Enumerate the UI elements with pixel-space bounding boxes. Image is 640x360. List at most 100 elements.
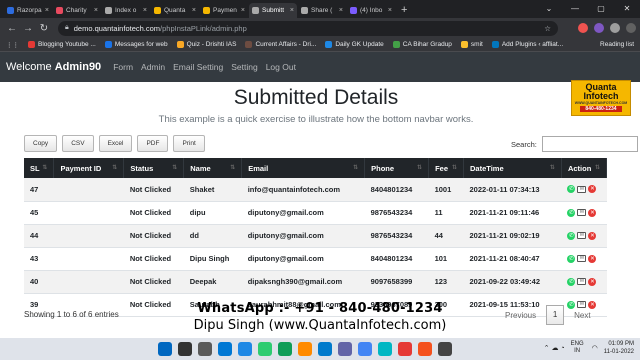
taskbar-app-icon[interactable]: [338, 342, 352, 356]
delete-icon[interactable]: ✕: [588, 231, 597, 240]
minimize-icon[interactable]: —: [562, 0, 588, 18]
taskbar-app-icon[interactable]: [258, 342, 272, 356]
browser-tab[interactable]: Paymen ×: [200, 3, 248, 18]
whatsapp-icon[interactable]: ✆: [567, 185, 576, 194]
delete-icon[interactable]: ✕: [588, 208, 597, 217]
language-indicator[interactable]: ENG IN: [571, 341, 584, 355]
profile-avatar[interactable]: [610, 23, 620, 33]
apps-icon[interactable]: ⋮⋮: [6, 41, 19, 49]
nav-link-logout[interactable]: Log Out: [266, 62, 296, 72]
tab-close-icon[interactable]: ×: [339, 7, 343, 14]
browser-tab[interactable]: Razorpa ×: [4, 3, 52, 18]
action-cell: ✆ ✉ ✕: [561, 270, 607, 294]
mail-icon[interactable]: ✉: [577, 185, 587, 193]
browser-tab[interactable]: Index o ×: [102, 3, 150, 18]
bookmark-item[interactable]: Current Affairs - Dri...: [245, 41, 316, 48]
browser-tab[interactable]: Submitt ×: [249, 3, 297, 18]
extension-icon[interactable]: [578, 23, 588, 33]
table-cell: 2022-01-11 07:34:13: [463, 178, 562, 202]
taskbar-app-icon[interactable]: [318, 342, 332, 356]
mail-icon[interactable]: ✉: [577, 255, 587, 262]
column-header[interactable]: SL ⇅: [24, 158, 55, 178]
address-bar[interactable]: 🔒︎ demo.quantainfotech.com/phpInstaPLink…: [58, 20, 558, 36]
table-cell: [53, 270, 124, 294]
star-icon[interactable]: ☆: [544, 24, 551, 33]
bookmark-item[interactable]: smit: [460, 41, 483, 48]
close-icon[interactable]: ✕: [614, 0, 640, 18]
taskbar-app-icon[interactable]: [178, 342, 192, 356]
column-header[interactable]: Payment ID ⇅: [53, 158, 125, 178]
wifi-icon[interactable]: ◠: [592, 344, 598, 352]
csv-button[interactable]: CSV: [62, 135, 94, 152]
taskbar-app-icon[interactable]: [298, 342, 312, 356]
whatsapp-icon[interactable]: ✆: [567, 208, 576, 217]
taskbar-app-icon[interactable]: [238, 342, 252, 356]
new-tab-icon[interactable]: +: [396, 3, 412, 18]
excel-button[interactable]: Excel: [98, 135, 133, 152]
tab-close-icon[interactable]: ×: [45, 7, 49, 14]
taskbar-app-icon[interactable]: [358, 342, 372, 356]
column-header[interactable]: Name ⇅: [183, 158, 243, 178]
taskbar-app-icon[interactable]: [378, 342, 392, 356]
browser-tab[interactable]: Share (×: [298, 3, 346, 18]
search-input[interactable]: [541, 136, 638, 152]
lang-primary: ENG: [570, 341, 584, 347]
mail-icon[interactable]: ✉: [577, 278, 587, 285]
tab-close-icon[interactable]: ×: [94, 7, 98, 14]
forward-icon[interactable]: →: [20, 23, 36, 34]
tray-icons[interactable]: ⌃ ☁ ◔: [544, 344, 565, 352]
reading-list[interactable]: Reading list: [600, 41, 634, 48]
nav-link-setting[interactable]: Setting: [231, 62, 257, 72]
nav-link-form[interactable]: Form: [113, 62, 133, 72]
taskbar-app-icon[interactable]: [398, 342, 412, 356]
tab-close-icon[interactable]: ×: [290, 7, 294, 14]
browser-tab[interactable]: (4) Inbo ×: [347, 3, 395, 18]
taskbar-app-icon[interactable]: [218, 342, 232, 356]
column-header[interactable]: DateTime ⇅: [463, 158, 562, 178]
column-header[interactable]: Action ⇅: [561, 158, 608, 178]
clock[interactable]: 01:09 PM 11-01-2022: [604, 340, 634, 356]
delete-icon[interactable]: ✕: [588, 185, 597, 194]
table-cell: Not Clicked: [123, 178, 184, 202]
print-button[interactable]: Print: [173, 135, 205, 152]
copy-button[interactable]: Copy: [24, 135, 58, 152]
delete-icon[interactable]: ✕: [588, 254, 597, 263]
back-icon[interactable]: ←: [4, 23, 20, 34]
tab-close-icon[interactable]: ×: [192, 7, 196, 14]
bookmark-item[interactable]: Add Plugins ‹ affliat...: [491, 41, 563, 48]
pdf-button[interactable]: PDF: [137, 135, 169, 152]
bookmark-item[interactable]: Blogging Youtube ...: [28, 41, 96, 48]
taskbar-app-icon[interactable]: [158, 342, 172, 356]
taskbar-app-icon[interactable]: [418, 342, 432, 356]
tab-close-icon[interactable]: ×: [241, 7, 245, 14]
tab-close-icon[interactable]: ×: [143, 7, 147, 14]
tab-close-icon[interactable]: ×: [388, 7, 392, 14]
nav-link-email-setting[interactable]: Email Setting: [173, 62, 223, 72]
taskbar-app-icon[interactable]: [198, 342, 212, 356]
taskbar-app-icon[interactable]: [438, 342, 452, 356]
mail-icon[interactable]: ✉: [577, 209, 587, 216]
bookmark-item[interactable]: Quiz - Drishti IAS: [176, 41, 236, 48]
brand[interactable]: Welcome Admin90: [6, 61, 101, 73]
bookmark-item[interactable]: Messages for web: [104, 41, 168, 48]
whatsapp-icon[interactable]: ✆: [567, 231, 576, 240]
extension-icon[interactable]: [594, 23, 604, 33]
taskbar-app-icon[interactable]: [278, 342, 292, 356]
column-header[interactable]: Phone ⇅: [364, 158, 430, 178]
menu-icon[interactable]: [626, 23, 636, 33]
whatsapp-icon[interactable]: ✆: [567, 254, 576, 263]
reload-icon[interactable]: ↻: [36, 23, 52, 34]
delete-icon[interactable]: ✕: [588, 277, 597, 286]
bookmark-item[interactable]: CA Bihar Gradup: [392, 41, 452, 48]
chevron-down-icon[interactable]: ⌄: [536, 0, 562, 18]
bookmark-item[interactable]: Daily GK Update: [325, 41, 384, 48]
maximize-icon[interactable]: ▢: [588, 0, 614, 18]
column-header[interactable]: Status ⇅: [123, 158, 185, 178]
browser-tab[interactable]: Quanta ×: [151, 3, 199, 18]
browser-tab[interactable]: Charity ×: [53, 3, 101, 18]
column-header[interactable]: Fee ⇅: [428, 158, 465, 178]
mail-icon[interactable]: ✉: [577, 232, 587, 239]
column-header[interactable]: Email ⇅: [241, 158, 366, 178]
whatsapp-icon[interactable]: ✆: [567, 277, 576, 286]
nav-link-admin[interactable]: Admin: [141, 62, 165, 72]
